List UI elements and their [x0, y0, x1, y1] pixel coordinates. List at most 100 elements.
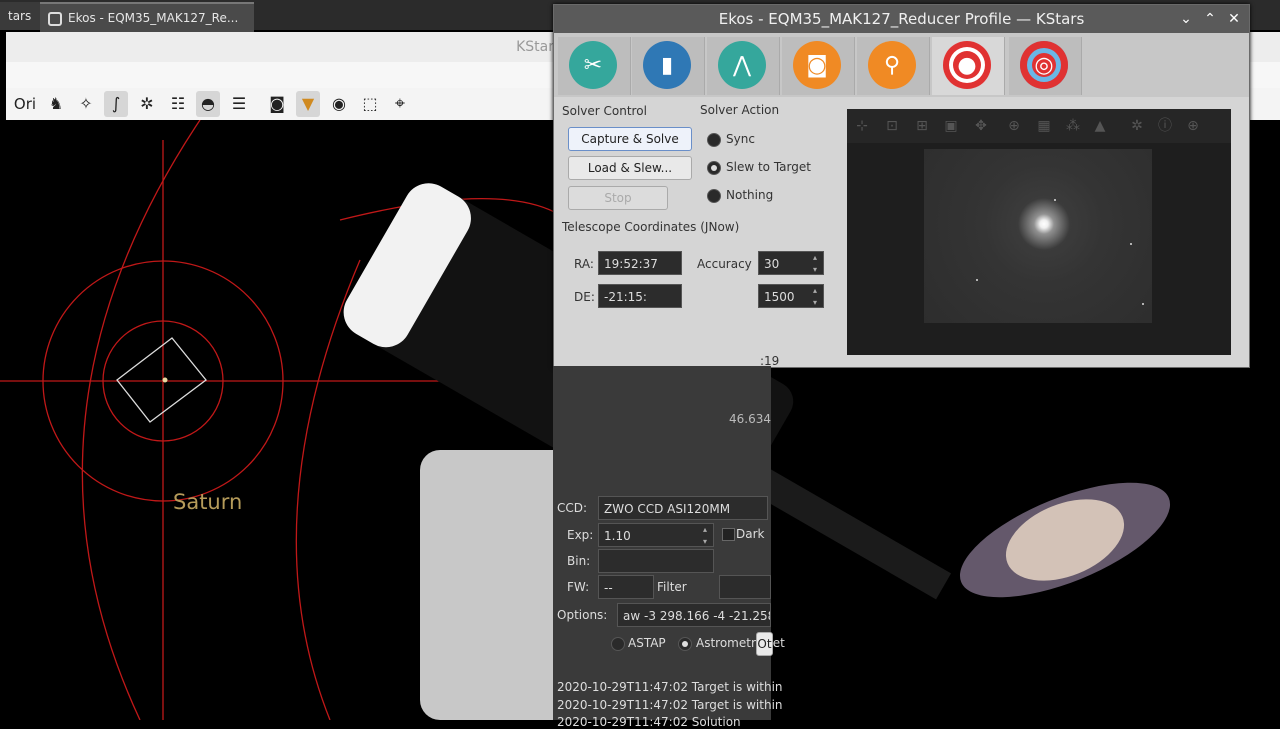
close-icon[interactable]: ✕	[1222, 5, 1246, 33]
sync-label: Sync	[726, 132, 755, 146]
window-icon	[48, 11, 62, 26]
stop-button[interactable]: Stop	[568, 186, 668, 210]
image-viewer[interactable]: ⊹ ⊡ ⊞ ▣ ✥ ⊕ ▦ ⁂ ▲ ✲ ⓘ ⊕	[847, 109, 1231, 355]
telescope-coords-label: Telescope Coordinates (JNow)	[562, 220, 740, 234]
exposure-spinbox[interactable]: 1.10	[598, 523, 714, 548]
fw-label: FW:	[567, 580, 590, 594]
target-icon: ●	[943, 41, 991, 89]
info-icon[interactable]: ⓘ	[1156, 117, 1174, 135]
fov-icon[interactable]: ◙	[265, 91, 289, 117]
crosshair-icon[interactable]: ⊕	[1005, 117, 1023, 135]
constellation-icon[interactable]: ✲	[1128, 117, 1146, 135]
filter-select[interactable]	[719, 575, 771, 599]
solver-control-label: Solver Control	[562, 104, 647, 118]
guide-target-icon: ◎	[1020, 41, 1068, 89]
ekos-window: Ekos - EQM35_MAK127_Reducer Profile — KS…	[553, 4, 1250, 368]
astap-radio[interactable]	[611, 637, 625, 651]
tripod-icon: ⋀	[718, 41, 766, 89]
load-slew-button[interactable]: Load & Slew...	[568, 156, 692, 180]
equatorial-grid-icon[interactable]: ✲	[135, 91, 159, 117]
delay-spinbox[interactable]: 1500	[758, 284, 824, 309]
bin-select[interactable]	[598, 549, 714, 573]
sync-radio[interactable]	[707, 133, 721, 147]
ground-icon[interactable]: ◓	[196, 91, 220, 117]
fw-select[interactable]: --	[598, 575, 654, 599]
wrench-screwdriver-icon: ✂	[569, 41, 617, 89]
ekos-lower-panel: 46.634 CCD: ZWO CCD ASI120MM Exp: 1.10 D…	[553, 366, 785, 729]
tab-setup[interactable]: ✂	[558, 37, 631, 95]
other-button[interactable]: Ot	[756, 632, 773, 656]
image-toolbar: ⊹ ⊡ ⊞ ▣ ✥ ⊕ ▦ ⁂ ▲ ✲ ⓘ ⊕	[847, 109, 1231, 143]
log-line: 2020-10-29T11:47:02 Target is within	[557, 698, 783, 712]
ccd-select[interactable]: ZWO CCD ASI120MM	[598, 496, 768, 520]
partial-readout-2: 46.634	[729, 412, 771, 426]
log-line: 2020-10-29T11:47:02 Solution	[557, 715, 741, 729]
ccd-label: CCD:	[557, 501, 588, 515]
constellation-lines-icon[interactable]: ✧	[74, 91, 98, 117]
astrometry-radio[interactable]	[678, 637, 692, 651]
hips-icon[interactable]: ◉	[327, 91, 351, 117]
dark-label: Dark	[736, 527, 765, 541]
tab-mount[interactable]: ⋀	[707, 37, 780, 95]
zoom-fit-icon[interactable]: ▣	[942, 117, 960, 135]
options-label: Options:	[557, 608, 608, 622]
magnifier-icon: ⚲	[868, 41, 916, 89]
horizontal-grid-icon[interactable]: ☷	[166, 91, 190, 117]
taskbar-tab-label: Ekos - EQM35_MAK127_Re...	[68, 11, 239, 25]
milky-way-icon[interactable]: ∫	[104, 91, 128, 117]
accuracy-spinbox[interactable]: 30	[758, 251, 824, 276]
de-field[interactable]: -21:15:	[598, 284, 682, 308]
de-label: DE:	[574, 290, 595, 304]
ekos-module-tabs: ✂ ▮ ⋀ ◙ ⚲ ● ◎	[554, 33, 1249, 97]
nothing-radio[interactable]	[707, 189, 721, 203]
tab-scheduler[interactable]: ▮	[632, 37, 705, 95]
astap-label: ASTAP	[628, 636, 666, 650]
ra-field[interactable]: 19:52:37	[598, 251, 682, 275]
flags-icon[interactable]: ☰	[227, 91, 251, 117]
dark-checkbox[interactable]	[722, 528, 735, 541]
options-field[interactable]: aw -3 298.166 -4 -21.2582	[617, 603, 771, 627]
default-zoom-icon[interactable]: ⊞	[913, 117, 931, 135]
ekos-titlebar: Ekos - EQM35_MAK127_Reducer Profile — KS…	[554, 5, 1249, 33]
notebook-icon: ▮	[643, 41, 691, 89]
solver-action-label: Solver Action	[700, 103, 780, 117]
ekos-icon[interactable]: ▼	[296, 91, 320, 117]
star	[1142, 303, 1144, 305]
zoom-in-icon[interactable]: ⊹	[853, 117, 871, 135]
crosshair-icon[interactable]: ⌖	[388, 91, 412, 117]
constellation-names-toggle[interactable]: Ori	[12, 91, 38, 117]
solved-frame-image	[924, 149, 1152, 323]
bin-label: Bin:	[567, 554, 591, 568]
accuracy-label: Accuracy	[697, 257, 752, 271]
tab-capture[interactable]: ◙	[782, 37, 855, 95]
constellation-art-icon[interactable]: ♞	[44, 91, 68, 117]
tab-focus[interactable]: ⚲	[857, 37, 930, 95]
ra-label: RA:	[574, 257, 594, 271]
star	[976, 279, 978, 281]
slew-to-target-label: Slew to Target	[726, 160, 811, 174]
star	[1130, 243, 1132, 245]
center-icon[interactable]: ✥	[972, 117, 990, 135]
log-line: 2020-10-29T11:47:02 Target is within	[557, 680, 783, 694]
chevron-up-icon[interactable]: ⌃	[1198, 5, 1222, 33]
export-icon[interactable]: ⬚	[358, 91, 382, 117]
nothing-label: Nothing	[726, 188, 774, 202]
grid-icon[interactable]: ▦	[1035, 117, 1053, 135]
flag-icon[interactable]: ▲	[1091, 117, 1109, 135]
target-icon[interactable]: ⊕	[1184, 117, 1202, 135]
filter-label: Filter	[657, 580, 687, 594]
stars-icon[interactable]: ⁂	[1064, 117, 1082, 135]
zoom-out-icon[interactable]: ⊡	[883, 117, 901, 135]
kstars-title: KStar	[516, 39, 554, 55]
camera-icon: ◙	[793, 41, 841, 89]
chevron-down-icon[interactable]: ⌄	[1174, 5, 1198, 33]
star	[1054, 199, 1056, 201]
capture-solve-button[interactable]: Capture & Solve	[568, 127, 692, 151]
ekos-title: Ekos - EQM35_MAK127_Reducer Profile — KS…	[718, 10, 1085, 28]
slew-to-target-radio[interactable]	[707, 161, 721, 175]
tab-align[interactable]: ●	[932, 37, 1005, 95]
tab-guide[interactable]: ◎	[1009, 37, 1082, 95]
saturn-label: Saturn	[173, 490, 243, 514]
taskbar-tab-ekos[interactable]: Ekos - EQM35_MAK127_Re...	[40, 2, 254, 32]
exp-label: Exp:	[567, 528, 594, 542]
